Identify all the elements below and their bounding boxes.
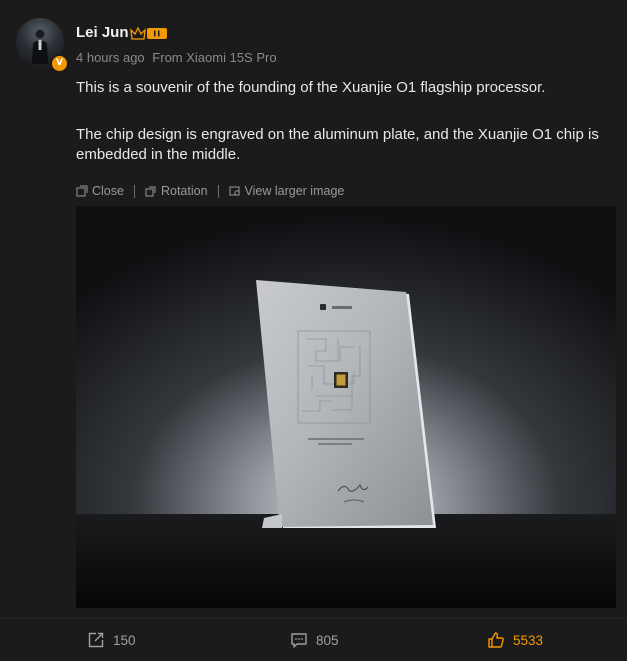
view-larger-icon (229, 186, 240, 196)
view-larger-label: View larger image (244, 184, 345, 198)
avatar-figure (32, 29, 48, 64)
post-meta: 4 hours ago From Xiaomi 15S Pro (76, 50, 277, 65)
repost-count: 150 (113, 632, 136, 648)
post-source: From Xiaomi 15S Pro (152, 50, 277, 65)
comment-icon (291, 633, 307, 648)
rank-crown-icon[interactable] (130, 25, 168, 41)
toolbar-divider (133, 184, 135, 198)
rotation-button[interactable]: Rotation (145, 184, 208, 198)
repost-icon (88, 632, 104, 648)
post-image[interactable] (76, 206, 616, 608)
image-toolbar: Close Rotation View larger image (76, 182, 344, 200)
repost-button[interactable]: 150 (87, 631, 136, 649)
rotation-icon (145, 186, 156, 197)
like-icon (488, 632, 504, 648)
like-count: 5533 (513, 632, 544, 648)
author-name[interactable]: Lei Jun (76, 24, 129, 41)
close-icon (76, 185, 88, 197)
close-button[interactable]: Close (76, 184, 124, 198)
toolbar-divider (217, 184, 219, 198)
post-time[interactable]: 4 hours ago (76, 50, 145, 65)
comment-count: 805 (316, 632, 339, 648)
like-button[interactable]: 5533 (487, 631, 543, 649)
souvenir-plate-photo (76, 206, 616, 608)
post-text-paragraph-1: This is a souvenir of the founding of th… (76, 79, 546, 96)
close-label: Close (92, 184, 124, 198)
comment-button[interactable]: 805 (290, 631, 339, 649)
rotation-label: Rotation (160, 184, 208, 198)
weibo-post: V Lei Jun 4 hours ago From Xiaomi 15S Pr… (0, 0, 627, 660)
view-larger-button[interactable]: View larger image (229, 184, 345, 198)
post-footer: 150 805 5533 (0, 618, 627, 661)
post-text-paragraph-2: The chip design is engraved on the alumi… (76, 126, 599, 163)
verified-v-icon: V (50, 54, 69, 73)
